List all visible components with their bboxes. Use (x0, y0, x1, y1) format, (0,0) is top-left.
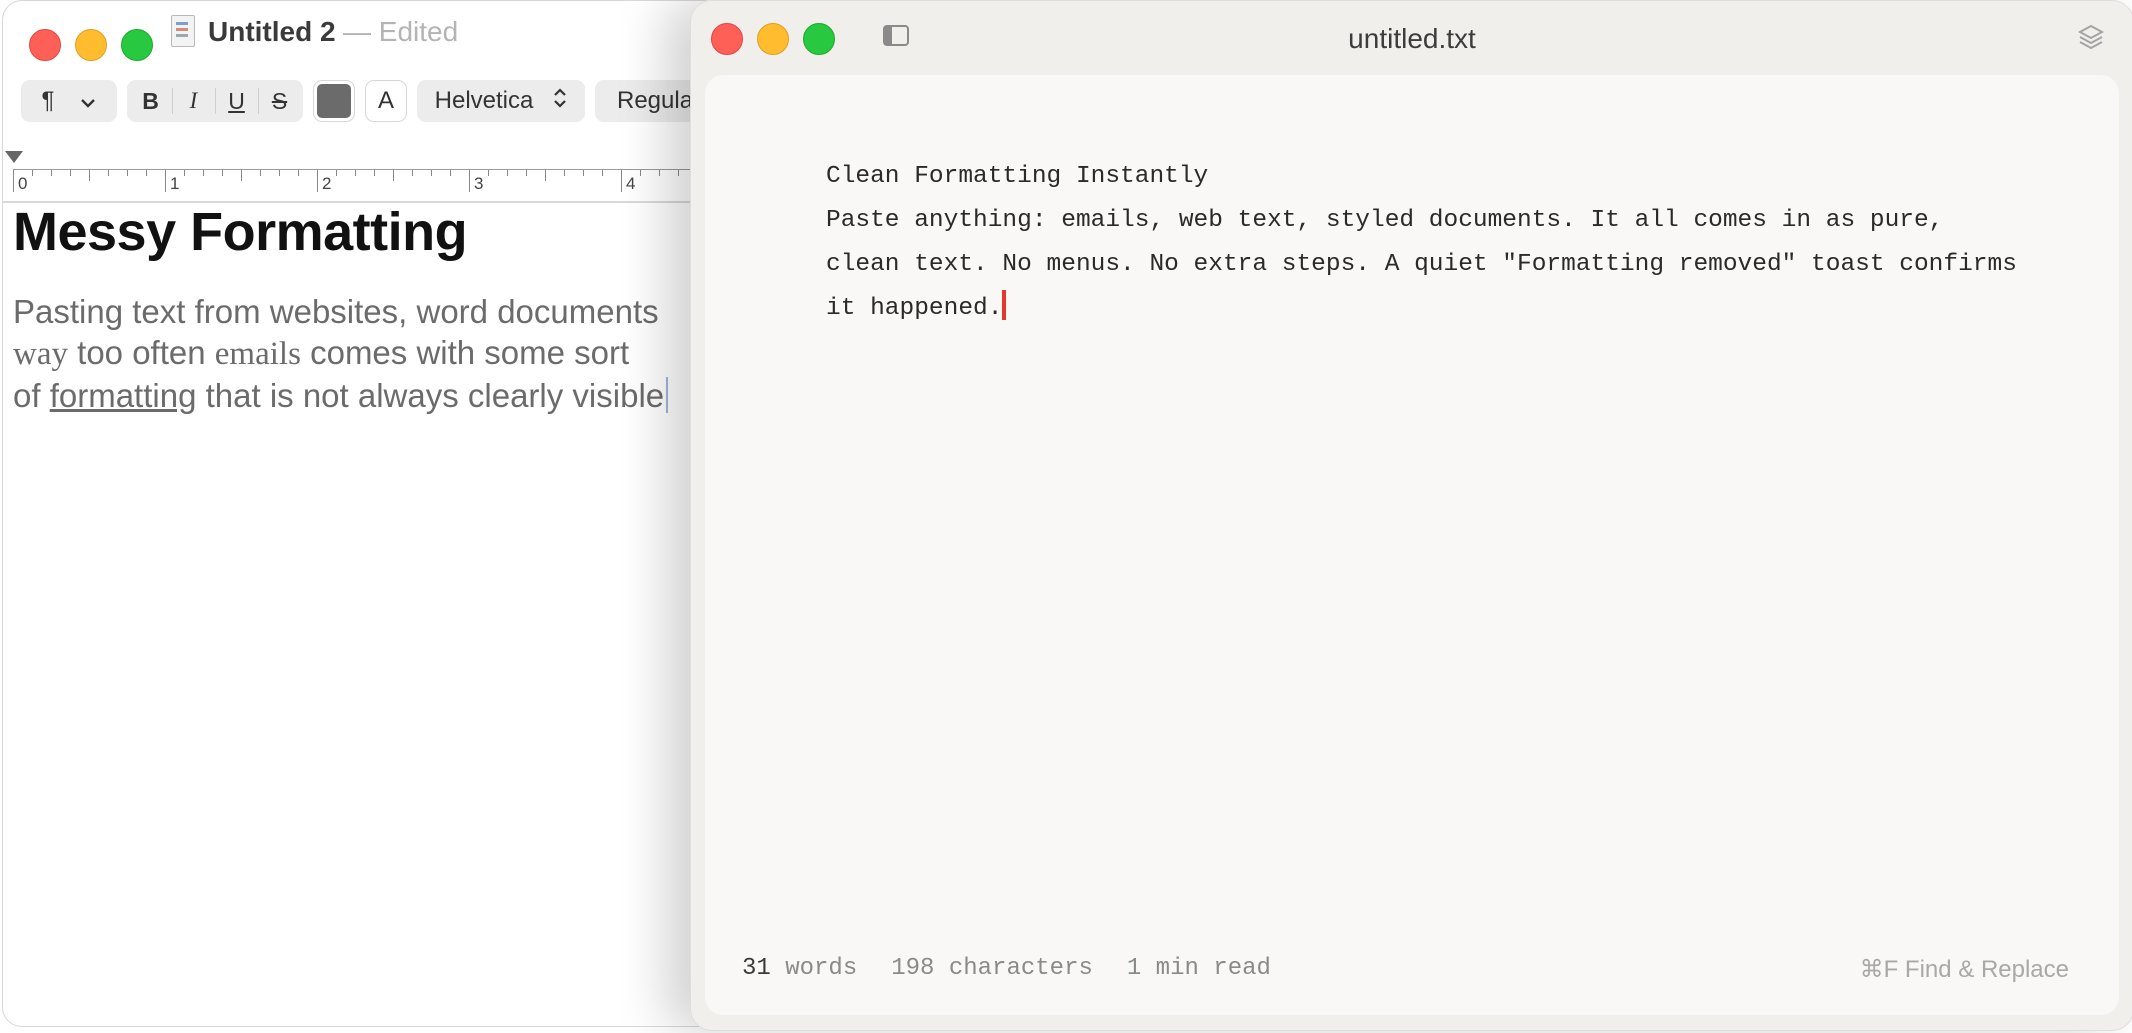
read-time: 1 min read (1126, 955, 1271, 982)
text-color-well[interactable] (313, 80, 355, 122)
layers-icon[interactable] (2077, 23, 2105, 51)
character-count: 198 characters (891, 955, 1093, 982)
bold-button[interactable]: B (130, 88, 172, 115)
body-line: of formatting that is not always clearly… (13, 375, 713, 416)
text-color-swatch (317, 84, 351, 118)
font-family-dropdown[interactable]: Helvetica (417, 80, 585, 122)
ruler-number: 0 (18, 174, 28, 193)
document-heading: Messy Formatting (13, 202, 468, 262)
ruler-number: 1 (170, 174, 180, 193)
font-family-value: Helvetica (434, 87, 534, 114)
tab-stop-marker[interactable] (5, 151, 23, 163)
status-bar: 31 words 198 characters 1 min read (742, 955, 1271, 982)
editor-line: clean text. No menus. No extra steps. A … (826, 251, 2017, 278)
edited-status: — Edited (343, 16, 458, 48)
window-title: untitled.txt (1348, 23, 1476, 54)
font-style-value: Regular (617, 87, 702, 114)
updown-chevron-icon (553, 87, 567, 116)
minimize-button[interactable] (75, 29, 107, 61)
text-cursor (666, 377, 669, 413)
title-separator: — (343, 16, 371, 47)
serif-text: way (13, 336, 68, 372)
word-count: 31 words (742, 955, 858, 982)
ruler-number: 4 (626, 174, 636, 193)
editor-line: Paste anything: emails, web text, styled… (826, 207, 1944, 234)
editor-line: Clean Formatting Instantly (826, 163, 1209, 190)
serif-text: emails (214, 336, 301, 372)
ruler[interactable]: 0 1 2 3 4 (3, 137, 723, 203)
close-button[interactable] (29, 29, 61, 61)
highlight-color-button[interactable]: A (365, 80, 407, 122)
underlined-text: formatting (49, 377, 197, 414)
underline-button[interactable]: U (216, 88, 258, 115)
highlight-label: A (377, 87, 394, 114)
plain-text-editor-window: untitled.txt Clean Formatting Instantly … (690, 0, 2132, 1031)
document-icon (171, 15, 195, 47)
zoom-button[interactable] (121, 29, 153, 61)
text-cursor (1002, 290, 1007, 320)
find-replace-button[interactable]: ⌘F Find & Replace (1860, 955, 2069, 984)
ruler-number: 2 (322, 174, 332, 193)
paragraph-icon: ¶ (41, 87, 55, 114)
body-line: way too often emails comes with some sor… (13, 334, 630, 372)
editor-area[interactable]: Clean Formatting Instantly Paste anythin… (705, 75, 2119, 1015)
editor-line: it happened. (826, 287, 2046, 331)
strikethrough-button[interactable]: S (259, 88, 301, 115)
window-controls (29, 29, 153, 61)
window-title: Untitled 2 (208, 16, 336, 47)
chevron-down-icon (80, 87, 96, 115)
textedit-window: Untitled 2 — Edited ¶ B I U S A Helvetic… (2, 0, 724, 1027)
document-body[interactable]: Pasting text from websites, word documen… (13, 291, 713, 416)
body-line: Pasting text from websites, word documen… (13, 293, 659, 330)
text-style-group: B I U S (127, 80, 303, 122)
paragraph-style-dropdown[interactable]: ¶ (21, 80, 117, 122)
ruler-number: 3 (474, 174, 484, 193)
edited-label: Edited (378, 16, 459, 47)
italic-button[interactable]: I (173, 88, 215, 114)
editor-text: Clean Formatting Instantly Paste anythin… (826, 155, 2046, 331)
